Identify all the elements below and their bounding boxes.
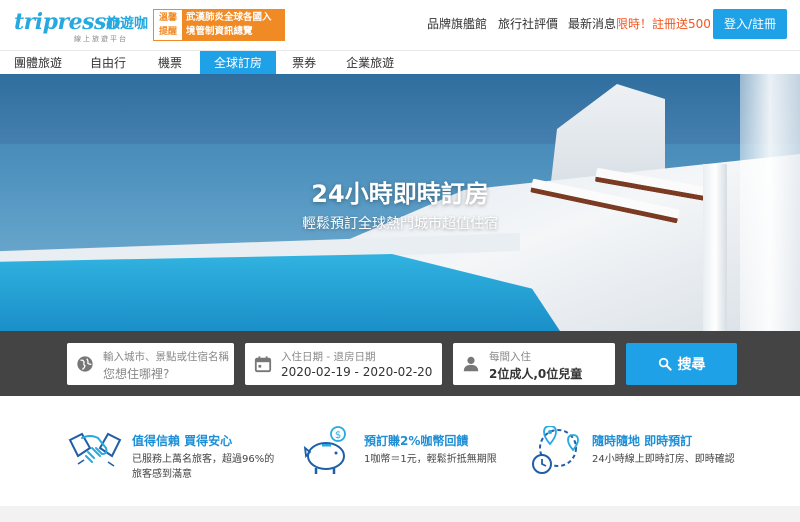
hero-sea [0,74,800,144]
feature-title: 隨時隨地 即時預訂 [592,434,693,448]
calendar-icon [254,356,272,373]
hotel-search-bar: 輸入城市、景點或住宿名稱 您想住哪裡? 入住日期 - 退房日期 2020-02-… [0,331,800,396]
agency-review-link[interactable]: 旅行社評價 [498,15,558,32]
features-section: 值得信賴 買得安心 已服務上萬名旅客，超過96%的旅客感到滿意 $ 預訂賺2%咖… [0,396,800,506]
date-range-field[interactable]: 入住日期 - 退房日期 2020-02-19 - 2020-02-20 [245,343,442,385]
tripresso-logo[interactable]: tripresso 旅遊咖 線上旅遊平台 [14,9,149,43]
destination-label: 輸入城市、景點或住宿名稱 [103,351,229,363]
location-clock-icon [532,426,579,474]
search-button[interactable]: 搜尋 [626,343,737,385]
handshake-icon [68,432,122,467]
notice-text: 武漢肺炎全球各國入境管制資訊總覽 [182,10,284,40]
feature-desc: 已服務上萬名旅客，超過96%的旅客感到滿意 [132,454,275,480]
hero-subtitle: 輕鬆預訂全球熱門城市超值住宿 [302,216,498,232]
destination-placeholder: 您想住哪裡? [103,367,170,381]
nav-tickets[interactable]: 票券 [276,51,332,75]
nav-corporate-travel[interactable]: 企業旅遊 [332,51,408,75]
main-nav: 團體旅遊 自由行 機票 全球訂房 票券 企業旅遊 [0,50,800,75]
brand-store-link[interactable]: 品牌旗艦館 [427,15,487,32]
search-icon [658,357,672,371]
notice-tag: 溫馨提醒 [154,10,182,40]
hero-title: 24小時即時訂房 [311,180,489,208]
feature-title: 預訂賺2%咖幣回饋 [364,434,469,448]
person-icon [463,356,479,372]
destination-field[interactable]: 輸入城市、景點或住宿名稱 您想住哪裡? [67,343,234,385]
logo-wordmark: tripresso [14,9,121,35]
bottom-strip [0,506,800,522]
feature-desc: 1咖幣＝1元，輕鬆折抵無期限 [364,454,497,465]
guests-value: 2位成人,0位兒童 [489,367,583,381]
logo-chinese-name: 旅遊咖 [106,16,148,32]
piggy-bank-icon: $ [303,426,346,474]
feature-title: 值得信賴 買得安心 [132,434,233,448]
nav-flights[interactable]: 機票 [140,51,200,75]
svg-text:$: $ [335,430,341,441]
nav-group-tour[interactable]: 團體旅遊 [0,51,76,75]
nav-hotels[interactable]: 全球訂房 [200,51,277,75]
date-range-label: 入住日期 - 退房日期 [281,351,376,363]
top-header: tripresso 旅遊咖 線上旅遊平台 溫馨提醒 武漢肺炎全球各國入境管制資訊… [0,0,800,50]
latest-news-link[interactable]: 最新消息限時！註冊送500！ [568,15,723,32]
nav-free-travel[interactable]: 自由行 [76,51,140,75]
hero-banner: 24小時即時訂房 輕鬆預訂全球熱門城市超值住宿 [0,74,800,331]
logo-tagline: 線上旅遊平台 [74,35,128,43]
news-prefix: 最新消息 [568,17,617,31]
search-button-label: 搜尋 [677,357,706,373]
feature-desc: 24小時線上即時訂房、即時確認 [592,454,735,465]
covid-notice-banner[interactable]: 溫馨提醒 武漢肺炎全球各國入境管制資訊總覽 [153,9,285,41]
date-range-value: 2020-02-19 - 2020-02-20 [281,365,433,379]
news-promo: 限時！註冊送500！ [616,17,723,31]
guests-field[interactable]: 每間入住 2位成人,0位兒童 [453,343,615,385]
guests-label: 每間入住 [489,351,531,363]
login-register-button[interactable]: 登入/註冊 [713,9,787,39]
globe-icon [77,356,93,372]
